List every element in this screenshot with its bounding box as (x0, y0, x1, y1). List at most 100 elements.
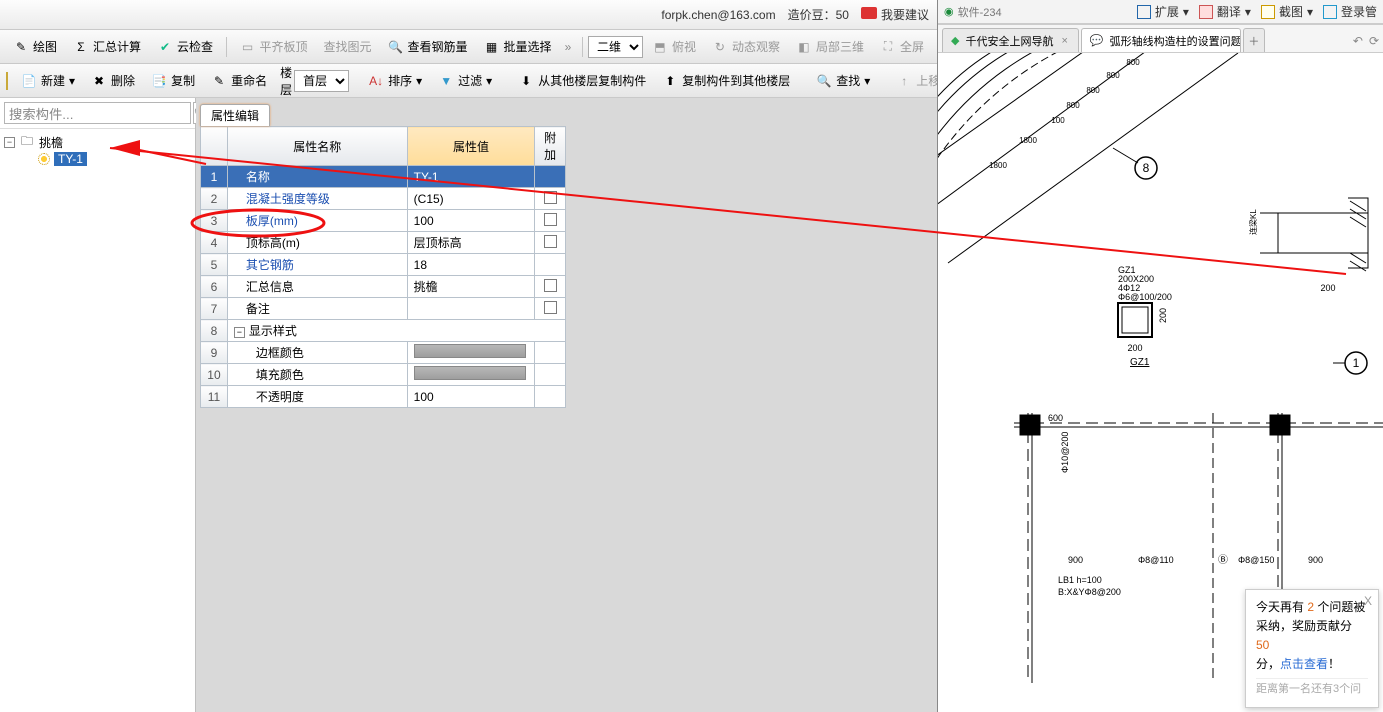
drawing-canvas[interactable]: 1800 1800 100 800 800 800 800 8 (938, 53, 1383, 712)
check-icon: ✔ (157, 39, 173, 55)
handle-icon (6, 72, 8, 90)
color-swatch[interactable] (414, 344, 526, 358)
rename-icon: ✎ (211, 73, 227, 89)
top-view-button[interactable]: ⬒俯视 (645, 34, 703, 59)
filter-button[interactable]: ▼过滤▾ (431, 68, 499, 93)
copy-to-floor-button[interactable]: ⬆复制构件到其他楼层 (655, 68, 797, 93)
checkbox[interactable] (544, 279, 557, 292)
app-tab-label[interactable]: 软件-234 (958, 4, 1002, 20)
fullscreen-icon: ⛶ (880, 39, 896, 55)
svg-text:1800: 1800 (989, 161, 1007, 170)
find-icon: 🔍 (816, 73, 832, 89)
view-rebar-button[interactable]: 🔍查看钢筋量 (381, 34, 475, 59)
feedback-link[interactable]: 我要建议 (861, 6, 929, 23)
cube-icon: ◧ (796, 39, 812, 55)
funnel-icon: ▼ (438, 73, 454, 89)
checkbox[interactable] (544, 235, 557, 248)
flat-slab-button[interactable]: ▭平齐板顶 (232, 34, 314, 59)
refresh-icon[interactable]: ⟳ (1369, 34, 1379, 48)
prop-row-thickness[interactable]: 3 板厚(mm) 100 (201, 210, 566, 232)
svg-text:Ⓑ: Ⓑ (1218, 554, 1228, 566)
snapshot-button[interactable]: 截图▾ (1261, 3, 1313, 20)
svg-text:连梁KL: 连梁KL (1248, 209, 1258, 235)
cloud-check-button[interactable]: ✔云检查 (150, 34, 220, 59)
svg-text:Φ8@110: Φ8@110 (1138, 555, 1174, 565)
undo-icon[interactable]: ↶ (1353, 34, 1363, 48)
svg-text:Φ6@100/200: Φ6@100/200 (1118, 292, 1172, 302)
prop-row-name[interactable]: 1 名称 TY-1 (201, 166, 566, 188)
close-icon[interactable]: × (1059, 35, 1069, 47)
copy-from-floor-button[interactable]: ⬇从其他楼层复制构件 (511, 68, 653, 93)
svg-text:Φ10@200: Φ10@200 (1060, 432, 1070, 473)
login-button[interactable]: 登录管 (1323, 3, 1377, 20)
component-icon (38, 153, 50, 165)
tab-nav[interactable]: ◆ 千代安全上网导航 × (942, 28, 1079, 52)
view-link[interactable]: 点击查看 (1280, 657, 1328, 671)
pencil-icon: ✎ (13, 39, 29, 55)
app-tab-bar: ◉ 软件-234 扩展▾ 翻译▾ 截图▾ 登录管 (938, 0, 1383, 24)
close-icon[interactable]: X (1364, 592, 1372, 611)
prop-row-fill[interactable]: 10 填充颜色 (201, 364, 566, 386)
svg-text:200: 200 (1320, 283, 1335, 293)
svg-text:200: 200 (1158, 308, 1168, 323)
arrow-up-icon: ↑ (896, 73, 912, 89)
draw-button[interactable]: ✎绘图 (6, 34, 64, 59)
delete-button[interactable]: ✖删除 (84, 68, 142, 93)
checkbox[interactable] (544, 213, 557, 226)
prop-row-summary[interactable]: 6 汇总信息 挑檐 (201, 276, 566, 298)
more-icon[interactable]: » (565, 39, 572, 55)
fullscreen-button[interactable]: ⛶全屏 (873, 34, 931, 59)
floor-select[interactable]: 首层 (294, 70, 349, 92)
prop-row-display-group[interactable]: 8 −显示样式 (201, 320, 566, 342)
shield-icon: ◆ (951, 34, 959, 47)
tree-panel: 🔍 − 🗀 挑檐 TY-1 (0, 98, 196, 712)
prop-row-remark[interactable]: 7 备注 (201, 298, 566, 320)
tree-root-label: 挑檐 (39, 134, 63, 151)
prop-row-top-elev[interactable]: 4 顶标高(m) 层顶标高 (201, 232, 566, 254)
checkbox[interactable] (544, 301, 557, 314)
find-view-button[interactable]: 查找图元 (317, 34, 379, 59)
collapse-icon[interactable]: − (4, 137, 15, 148)
find-button[interactable]: 🔍查找▾ (809, 68, 877, 93)
prop-row-border[interactable]: 9 边框颜色 (201, 342, 566, 364)
new-button[interactable]: 📄新建▾ (14, 68, 82, 93)
color-swatch[interactable] (414, 366, 526, 380)
grid-icon (1137, 5, 1151, 19)
tab-question[interactable]: 💬 弧形轴线构造柱的设置问题及挑 × (1081, 28, 1241, 52)
svg-text:800: 800 (1106, 71, 1120, 80)
svg-text:100: 100 (1051, 116, 1065, 125)
svg-text:800: 800 (1086, 86, 1100, 95)
svg-text:600: 600 (1048, 413, 1063, 423)
toolbar-edit: 📄新建▾ ✖删除 📑复制 ✎重命名 楼层 首层 A↓排序▾ ▼过滤▾ ⬇从其他楼… (0, 64, 937, 98)
svg-text:1800: 1800 (1019, 136, 1037, 145)
rename-button[interactable]: ✎重命名 (204, 68, 274, 93)
copy-button[interactable]: 📑复制 (144, 68, 202, 93)
component-tree[interactable]: − 🗀 挑檐 TY-1 (0, 129, 195, 170)
batch-select-button[interactable]: ▦批量选择 (477, 34, 559, 59)
prop-row-rebar[interactable]: 5 其它钢筋 18 (201, 254, 566, 276)
tree-item-label: TY-1 (54, 152, 87, 166)
search-icon: 🔍 (388, 39, 404, 55)
folder-icon: 🗀 (19, 135, 35, 151)
prop-row-opacity[interactable]: 11 不透明度 100 (201, 386, 566, 408)
sort-button[interactable]: A↓排序▾ (361, 68, 429, 93)
svg-text:900: 900 (1068, 555, 1083, 565)
dimension-select[interactable]: 二维 (588, 36, 643, 58)
search-input[interactable] (4, 102, 191, 124)
tree-root[interactable]: − 🗀 挑檐 (2, 133, 193, 152)
prop-row-concrete[interactable]: 2 混凝土强度等级 (C15) (201, 188, 566, 210)
collapse-icon[interactable]: − (234, 327, 245, 338)
tree-item-ty1[interactable]: TY-1 (38, 152, 193, 166)
ext-button[interactable]: 扩展▾ (1137, 3, 1189, 20)
new-tab-button[interactable]: ＋ (1243, 28, 1265, 52)
dyn-view-button[interactable]: ↻动态观察 (705, 34, 787, 59)
property-tab[interactable]: 属性编辑 (200, 104, 270, 126)
user-email: forpk.chen@163.com (661, 8, 775, 22)
translate-button[interactable]: 翻译▾ (1199, 3, 1251, 20)
sum-button[interactable]: Σ汇总计算 (66, 34, 148, 59)
property-table[interactable]: 属性名称 属性值 附加 1 名称 TY-1 2 混凝土强度等级 (C15) (200, 126, 566, 408)
local-3d-button[interactable]: ◧局部三维 (789, 34, 871, 59)
new-icon: 📄 (21, 73, 37, 89)
checkbox[interactable] (544, 191, 557, 204)
info-bar: forpk.chen@163.com 造价豆：50 我要建议 (0, 0, 937, 30)
